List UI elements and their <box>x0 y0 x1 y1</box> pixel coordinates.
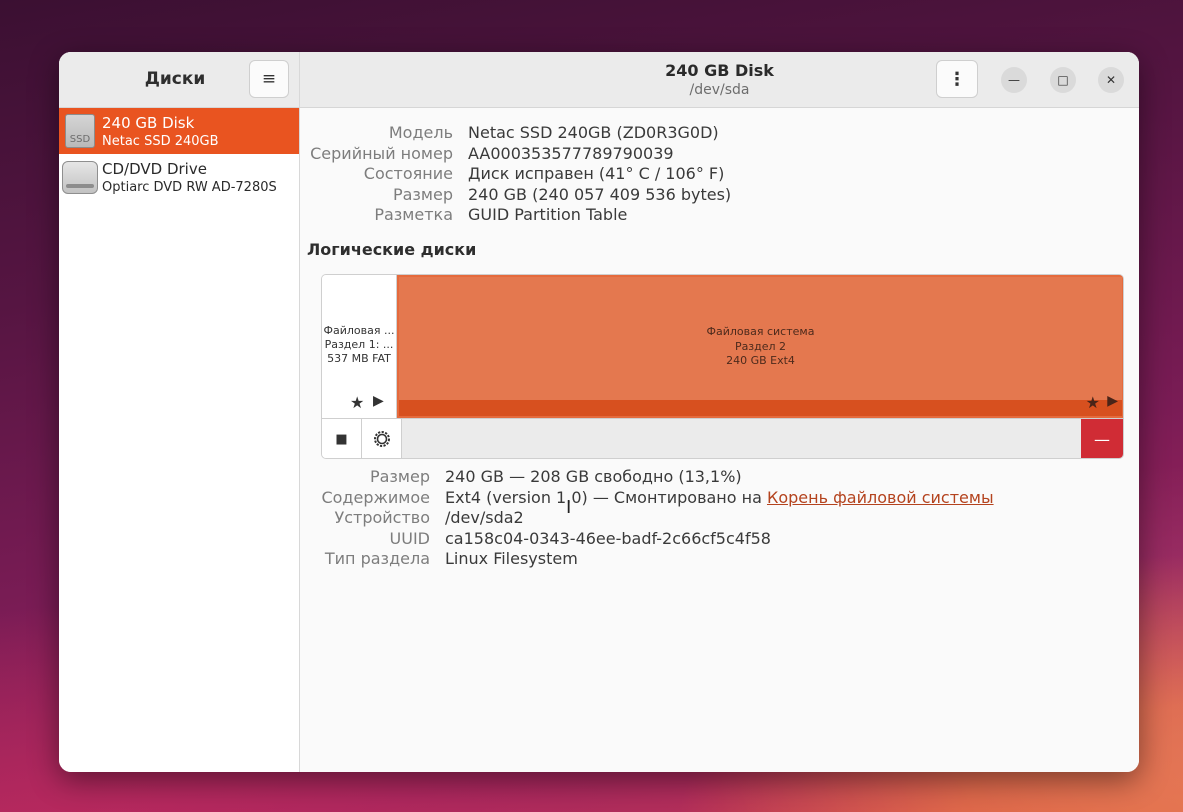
partition-2-usage-bar <box>399 400 1122 416</box>
property-value: Диск исправен (41° C / 106° F) <box>468 164 725 183</box>
dvd-drive-icon <box>62 161 98 194</box>
property-value: GUID Partition Table <box>468 205 628 224</box>
partition-map: Файловая ... Раздел 1: ... 537 MB FAT ★ … <box>321 274 1124 459</box>
close-icon: ✕ <box>1105 73 1117 87</box>
partition-1-label: Файловая ... Раздел 1: ... 537 MB FAT <box>322 324 396 366</box>
partition-1-line1: Файловая ... <box>323 324 395 337</box>
partition-1-line2: Раздел 1: ... <box>324 338 394 351</box>
partition-2-line2: Раздел 2 <box>734 339 787 353</box>
property-label: Состояние <box>363 164 453 183</box>
kebab-menu-icon: ⋮ <box>948 68 966 90</box>
disk-menu-button[interactable]: ⋮ <box>936 60 978 98</box>
disks-window: Диски ≡ SSD 240 GB Disk Netac SSD 240GB … <box>59 52 1139 772</box>
property-value: 240 GB — 208 GB свободно (13,1%) <box>445 467 742 486</box>
property-value: Netac SSD 240GB (ZD0R3G0D) <box>468 123 719 142</box>
property-label: Размер <box>392 184 453 204</box>
property-label: Модель <box>388 123 453 142</box>
ssd-icon: SSD <box>65 114 95 148</box>
drive-model: Optiarc DVD RW AD-7280S <box>102 180 277 195</box>
main-pane: 240 GB Disk /dev/sda ⋮ — □ ✕ Модель Neta… <box>300 52 1139 772</box>
minus-icon: — <box>1094 429 1110 449</box>
play-icon: ▶ <box>1107 393 1118 409</box>
property-label: UUID <box>389 528 430 548</box>
mounted-star-icon: ★ <box>350 393 365 412</box>
property-label: Разметка <box>374 205 453 224</box>
delete-partition-button[interactable]: — <box>1081 419 1123 458</box>
minimize-icon: — <box>1008 73 1020 87</box>
volume-toolbar: ■ — <box>322 418 1123 458</box>
property-value: /dev/sda2 <box>445 508 524 527</box>
partition-2-line3: 240 GB Ext4 <box>726 354 795 367</box>
drive-model: Netac SSD 240GB <box>102 134 219 149</box>
partition-1-line3: 537 MB FAT <box>327 352 391 365</box>
partition-2-label: Файловая система Раздел 2 240 GB Ext4 <box>399 325 1122 369</box>
property-value: Ext4 (version 1.0) — Смонтировано на Кор… <box>445 488 994 509</box>
text-cursor-icon: I <box>566 497 572 518</box>
drive-name: CD/DVD Drive <box>102 160 207 178</box>
mount-point-link[interactable]: Корень файловой системы <box>767 488 994 507</box>
partition-2-line1: Файловая система <box>706 325 815 338</box>
minimize-button[interactable]: — <box>1001 67 1027 93</box>
unmount-button[interactable]: ■ <box>322 419 362 458</box>
play-icon: ▶ <box>373 393 384 409</box>
partition-1-block[interactable]: Файловая ... Раздел 1: ... 537 MB FAT ★ … <box>322 275 397 418</box>
property-value: ca158c04-0343-46ee-badf-2c66cf5c4f58 <box>445 528 771 548</box>
property-label: Устройство <box>334 508 430 527</box>
main-menu-button[interactable]: ≡ <box>249 60 289 98</box>
stop-icon: ■ <box>335 431 348 447</box>
close-button[interactable]: ✕ <box>1098 67 1124 93</box>
drive-name: 240 GB Disk <box>102 114 195 132</box>
property-label: Тип раздела <box>324 549 430 568</box>
sidebar-header: Диски ≡ <box>59 52 299 108</box>
maximize-button[interactable]: □ <box>1050 67 1076 93</box>
property-label: Содержимое <box>321 487 430 507</box>
partition-2-block[interactable]: Файловая система Раздел 2 240 GB Ext4 ★ … <box>397 275 1123 418</box>
contents-text: Ext4 (version 1.0) — Смонтировано на <box>445 487 767 507</box>
property-value: AA000353577789790039 <box>468 143 674 163</box>
maximize-icon: □ <box>1057 73 1069 87</box>
gear-icon <box>373 431 390 447</box>
hamburger-menu-icon: ≡ <box>261 69 277 89</box>
property-value: 240 GB (240 057 409 536 bytes) <box>468 184 732 204</box>
property-value: Linux Filesystem <box>445 549 578 568</box>
property-label: Размер <box>369 467 430 486</box>
ssd-icon-label: SSD <box>69 134 91 145</box>
header-bar: 240 GB Disk /dev/sda ⋮ — □ ✕ <box>300 52 1139 108</box>
property-label: Серийный номер <box>310 143 453 163</box>
mounted-star-icon: ★ <box>1085 393 1100 412</box>
volumes-heading: Логические диски <box>307 240 477 259</box>
partition-settings-button[interactable] <box>362 419 402 458</box>
